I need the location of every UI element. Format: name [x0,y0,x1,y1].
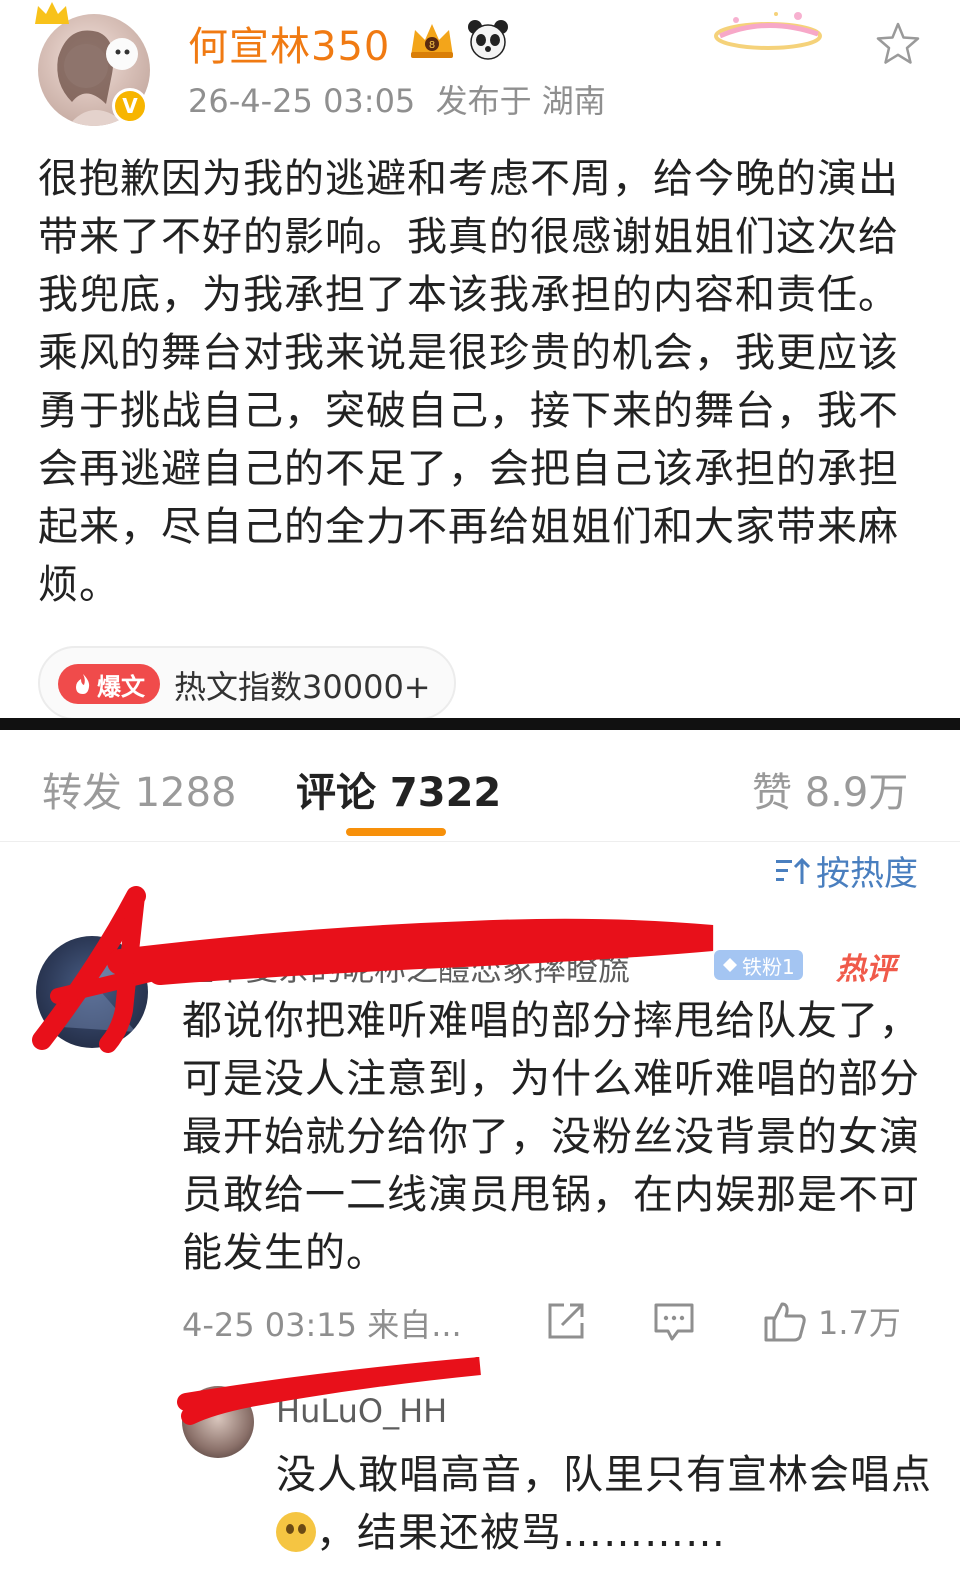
comment-source: 来自... [367,1306,462,1344]
svg-text:8: 8 [429,40,435,51]
hot-article-tag: 爆文 [58,664,160,704]
sort-label: 按热度 [816,854,918,894]
tab-comments[interactable]: 评论 7322 [296,760,501,818]
comment-body: 都说你把难听难唱的部分摔甩给队友了，可是没人注意到，为什么难听难唱的部分最开始就… [182,998,920,1276]
interaction-tabs: 转发 1288 评论 7322 赞 8.9万 [0,730,960,842]
panda-icon[interactable] [466,18,510,62]
post-location: 发布于 湖南 [435,82,606,120]
hot-index-label: 热文指数30000+ [174,668,431,706]
screenshot-divider [0,718,960,730]
diamond-icon [723,958,737,972]
reply-body: 没人敢唱高音，队里只有宣林会唱点 ，结果还被骂………… [276,1446,936,1562]
active-tab-indicator [346,828,446,836]
face-emoji-icon [276,1512,316,1552]
post-card: V 何宣林350 8 26-4-25 03:05 发布于 湖南 很抱歉因为我的逃… [0,0,960,730]
post-body: 很抱歉因为我的逃避和考虑不周，给今晚的演出带来了不好的影响。我真的很感谢姐姐们这… [38,156,899,608]
comment-time: 4-25 03:15 [182,1306,358,1344]
star-icon[interactable] [874,20,922,68]
commenter-name[interactable]: 起个复杂的昵称之醴恋冢摔瞪旒 [182,944,630,990]
comment-meta: 4-25 03:15 来自... [182,1300,462,1346]
tab-repost[interactable]: 转发 1288 [42,760,237,818]
reply-button[interactable] [652,1298,696,1344]
hot-tag-label: 爆文 [97,672,145,701]
crown-icon [35,2,69,24]
sort-icon [776,857,810,884]
commenter-avatar[interactable] [36,936,148,1048]
reply-author-name[interactable]: HuLuO_HH [276,1392,447,1430]
hot-index-pill[interactable]: 爆文 热文指数30000+ [38,646,456,720]
reply-text-end: ，结果还被骂………… [316,1510,726,1556]
reply-text-start: 没人敢唱高音，队里只有宣林会唱点 [276,1452,932,1498]
sort-by-hot-button[interactable]: 按热度 [774,846,918,895]
post-timestamp: 26-4-25 03:05 [188,82,416,120]
share-icon [548,1303,584,1339]
flame-icon [76,674,90,694]
tab-likes[interactable]: 赞 8.9万 [752,760,908,818]
vip-crown-icon[interactable]: 8 [405,18,459,62]
comment-icon [654,1303,694,1341]
share-button[interactable] [544,1298,588,1344]
like-count: 1.7万 [818,1304,901,1342]
like-button[interactable]: 1.7万 [762,1298,901,1344]
verified-badge-icon: V [112,88,148,124]
post-meta: 26-4-25 03:05 发布于 湖南 [188,76,606,122]
author-avatar[interactable]: V [35,2,150,126]
fan-badge-label: 铁粉1 [742,954,795,979]
hot-comment-label: 热评 [836,952,896,987]
decoration-badge-icon [714,12,822,50]
reply-avatar[interactable] [182,1386,254,1458]
thumbs-up-icon [764,1302,806,1342]
author-name[interactable]: 何宣林350 [188,14,390,72]
fan-level-badge: 铁粉1 [714,950,803,980]
